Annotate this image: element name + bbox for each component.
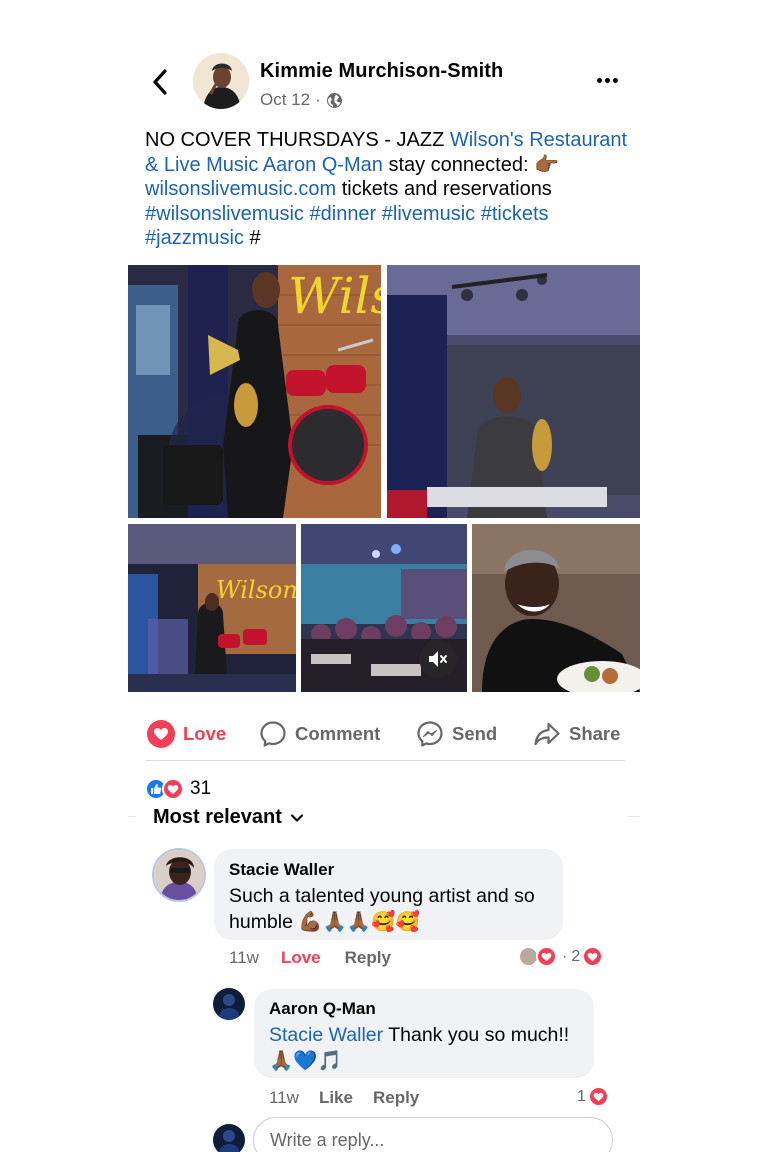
heart-icon (147, 720, 175, 748)
send-label: Send (452, 723, 498, 744)
comment-time[interactable]: 11w (229, 948, 259, 968)
share-arrow-icon (534, 722, 560, 746)
post-action-bar: Love Comment Send Share (145, 712, 625, 756)
comment-author[interactable]: Stacie Waller (229, 860, 548, 880)
author-name[interactable]: Kimmie Murchison-Smith (260, 60, 503, 83)
reply-reaction-count: 1 (577, 1087, 586, 1105)
love-button[interactable]: Love (147, 712, 226, 756)
post-text: NO COVER THURSDAYS - JAZZ Wilson's Resta… (145, 128, 630, 251)
mention-link[interactable]: Stacie Waller (269, 1024, 383, 1046)
comment-love-button[interactable]: Love (281, 948, 321, 968)
post-header: Kimmie Murchison-Smith Oct 12 · (0, 50, 768, 114)
divider-left (128, 816, 136, 817)
dot-icon (604, 77, 610, 83)
action-divider (145, 760, 625, 761)
comment-button[interactable]: Comment (259, 712, 380, 756)
post-photo-5[interactable] (472, 524, 640, 692)
post-photo-2[interactable] (387, 265, 640, 518)
post-link[interactable]: #jazzmusic (145, 227, 244, 249)
speaker-mute-icon (429, 651, 447, 667)
messenger-icon (417, 721, 443, 747)
reply-bubble: Aaron Q-Man Stacie Waller Thank you so m… (254, 989, 594, 1078)
post-link[interactable]: #wilsonslivemusic (145, 203, 304, 225)
love-label: Love (183, 723, 227, 744)
comment-reactions[interactable]: · 2 (518, 946, 604, 967)
sign-text: Wilson's (288, 267, 381, 325)
current-user-avatar (213, 1124, 245, 1152)
post-text-segment: # (243, 227, 261, 249)
reply-separator: · (562, 947, 568, 965)
commenter-avatar[interactable] (152, 848, 206, 902)
love-reaction-icon (582, 946, 604, 967)
reply-time[interactable]: 11w (269, 1088, 299, 1108)
post-link[interactable]: #dinner (310, 203, 377, 225)
post-meta: Oct 12 · (260, 90, 343, 110)
divider-right (628, 816, 640, 817)
post-link[interactable]: #tickets (481, 203, 549, 225)
reply-reactions[interactable]: 1 (577, 1086, 609, 1107)
chevron-left-icon (153, 69, 167, 95)
post-link[interactable]: wilsonslivemusic.com (145, 178, 336, 200)
love-reaction-icon (536, 946, 557, 967)
post-photo-1[interactable]: Wilson's (128, 265, 381, 518)
post-link[interactable]: Aaron Q-Man (263, 154, 383, 176)
love-reaction-icon (162, 778, 184, 800)
replier-avatar[interactable] (213, 988, 245, 1020)
reply-like-button[interactable]: Like (319, 1088, 353, 1108)
comment-text: Such a talented young artist and so humb… (229, 885, 535, 933)
reply-count: 2 (571, 947, 581, 965)
reply-text: Stacie Waller Thank you so much!! 🙏🏾💙🎵 (269, 1022, 579, 1074)
reply-reply-button[interactable]: Reply (373, 1088, 419, 1108)
chevron-down-icon (290, 813, 304, 822)
post-link[interactable]: #livemusic (382, 203, 475, 225)
post-photo-3[interactable]: Wilson's (128, 524, 296, 692)
share-label: Share (569, 723, 621, 744)
mute-button[interactable] (419, 640, 457, 678)
reactions-summary[interactable]: 31 (145, 776, 211, 802)
post-video-thumbnail[interactable] (301, 524, 467, 692)
sign-text-small: Wilson's (216, 576, 296, 604)
reaction-count: 31 (190, 778, 212, 799)
comment-actions: 11w Love Reply (229, 947, 391, 969)
more-options-button[interactable] (592, 68, 622, 92)
comment-reply-button[interactable]: Reply (345, 948, 391, 968)
comment-icon (260, 721, 286, 747)
sort-label: Most relevant (153, 806, 282, 828)
comment-sort-dropdown[interactable]: Most relevant (153, 806, 304, 829)
comment-bubble: Stacie Waller Such a talented young arti… (214, 849, 563, 940)
post-text-segment: tickets and reservations (336, 178, 552, 200)
love-reaction-icon (587, 1086, 609, 1107)
post-text-segment: stay connected: 👉🏾 (382, 153, 559, 176)
reply-input[interactable] (253, 1117, 613, 1152)
meta-separator: · (315, 90, 321, 109)
share-button[interactable]: Share (533, 712, 620, 756)
dot-icon (596, 77, 602, 83)
dot-icon (612, 77, 618, 83)
back-button[interactable] (146, 67, 174, 97)
author-avatar[interactable] (193, 53, 249, 109)
reply-actions: 11w Like Reply (269, 1087, 419, 1109)
comment-label: Comment (295, 723, 381, 744)
post-text-segment: NO COVER THURSDAYS - JAZZ (145, 129, 450, 151)
post-date[interactable]: Oct 12 (260, 90, 310, 110)
send-button[interactable]: Send (416, 712, 497, 756)
reply-author[interactable]: Aaron Q-Man (269, 999, 579, 1019)
globe-icon (326, 92, 342, 108)
